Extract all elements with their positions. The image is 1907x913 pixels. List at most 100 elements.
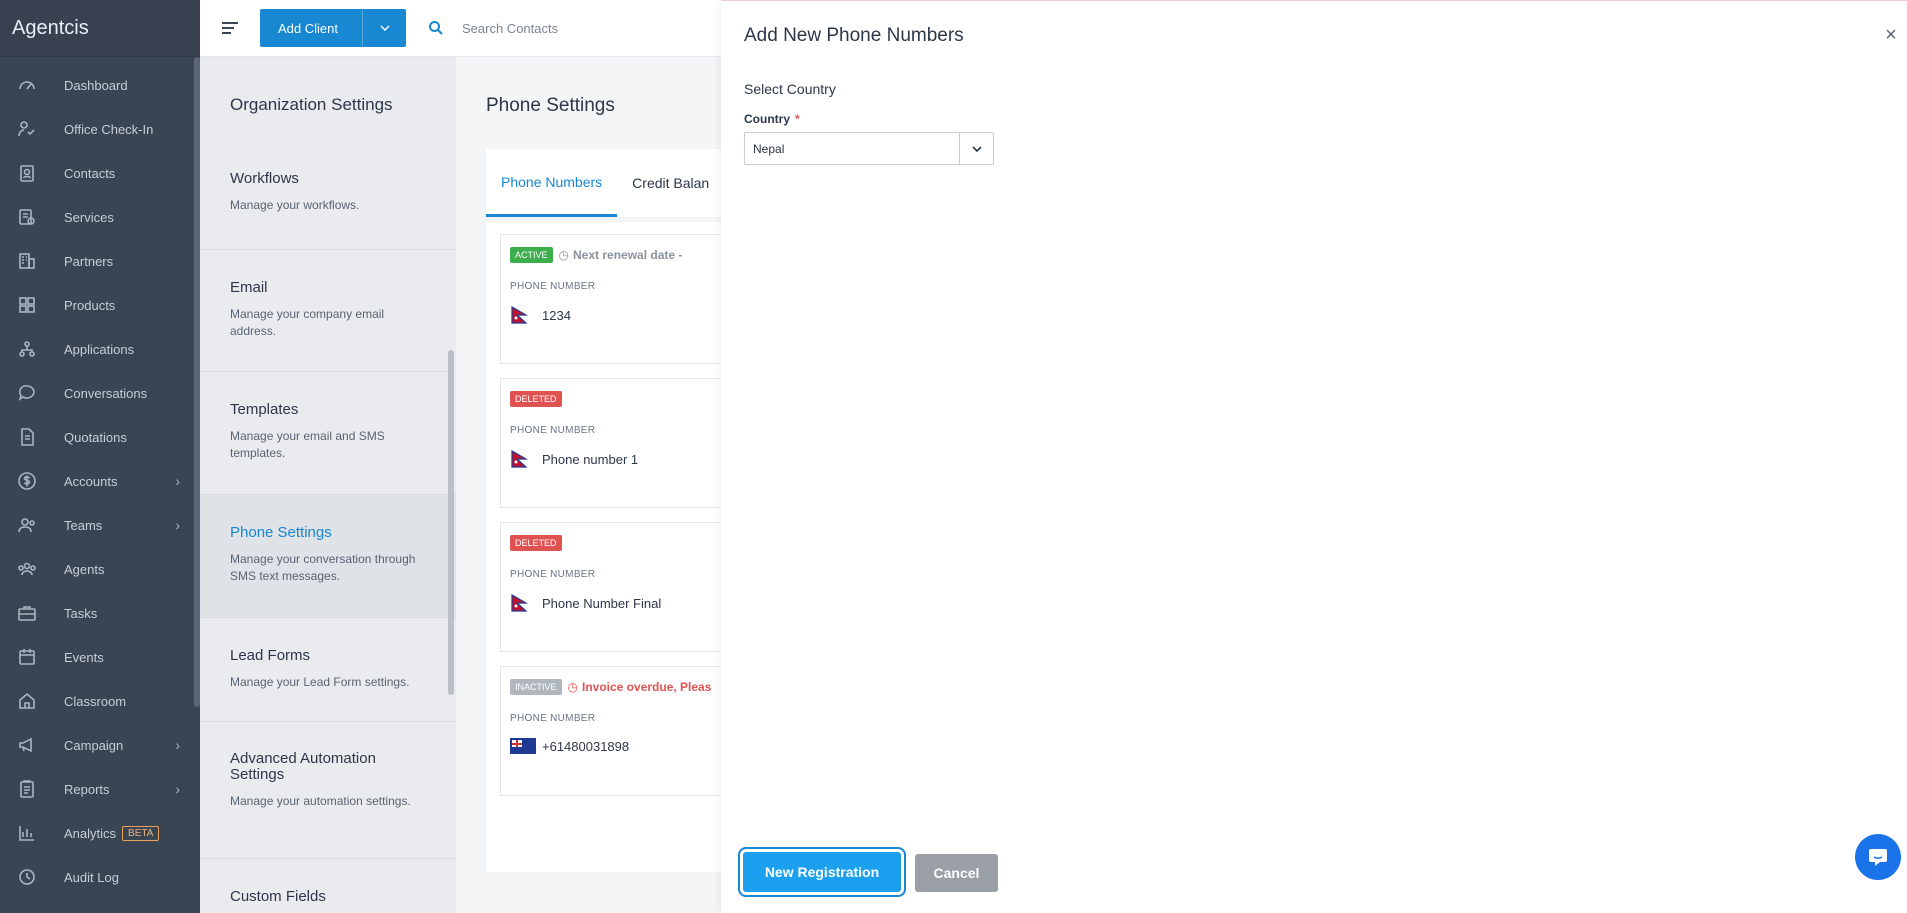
renewal-note: Next renewal date - <box>573 248 683 262</box>
settings-scrollbar[interactable] <box>448 350 454 695</box>
menu-toggle-button[interactable] <box>200 19 260 37</box>
settings-item-workflows[interactable]: Workflows Manage your workflows. <box>200 153 456 250</box>
country-label-text: Country <box>744 112 790 126</box>
brand-logo[interactable]: Agentcis <box>0 0 200 57</box>
country-select-value: Nepal <box>753 141 785 156</box>
phone-number-card[interactable]: INACTIVE ◷ Invoice overdue, Pleas PHONE NU… <box>500 666 730 796</box>
sidebar-item-events[interactable]: Events <box>0 635 200 679</box>
settings-item-templates[interactable]: Templates Manage your email and SMS temp… <box>200 372 456 495</box>
section-heading: Select Country <box>744 81 836 97</box>
sidebar-item-label: Tasks <box>64 605 98 621</box>
sidebar-item-audit-log[interactable]: Audit Log <box>0 855 200 899</box>
sidebar-item-teams[interactable]: Teams › <box>0 503 200 547</box>
sidebar-item-label: Products <box>64 297 116 313</box>
nepal-flag-icon <box>511 306 528 324</box>
status-badge: DELETED <box>510 535 562 551</box>
chat-widget-button[interactable] <box>1855 834 1901 880</box>
chevron-right-icon: › <box>175 737 180 753</box>
add-client-button[interactable]: Add Client <box>260 9 406 47</box>
search-bar[interactable]: Search Contacts <box>428 20 558 36</box>
sidebar-item-label: Events <box>64 649 104 665</box>
contacts-icon <box>16 162 38 184</box>
products-icon <box>16 294 38 316</box>
sidebar-item-products[interactable]: Products <box>0 283 200 327</box>
phone-number-value: Phone Number Final <box>542 595 662 611</box>
phone-number-card[interactable]: DELETED PHONE NUMBER Phone Number Final <box>500 522 730 652</box>
chevron-down-icon[interactable] <box>362 9 406 47</box>
settings-item-title: Advanced Automation Settings <box>230 750 376 783</box>
settings-item-title: Workflows <box>230 170 299 187</box>
services-icon <box>16 206 38 228</box>
tab-phone-numbers[interactable]: Phone Numbers <box>486 149 618 217</box>
phone-number-card[interactable]: DELETED PHONE NUMBER Phone number 1 <box>500 378 730 508</box>
workflow-icon <box>16 338 38 360</box>
chevron-right-icon: › <box>175 517 180 533</box>
country-select[interactable]: Nepal <box>744 132 994 165</box>
sidebar-item-label: Services <box>64 209 114 225</box>
sidebar-item-contacts[interactable]: Contacts <box>0 151 200 195</box>
sidebar-item-conversations[interactable]: Conversations <box>0 371 200 415</box>
sidebar-item-label: Applications <box>64 341 135 357</box>
beta-badge: BETA <box>122 825 160 841</box>
settings-item-desc: Manage your conversation through SMS tex… <box>230 552 416 583</box>
sidebar-item-dashboard[interactable]: Dashboard <box>0 63 200 107</box>
settings-item-desc: Manage your workflows. <box>230 198 360 212</box>
organization-settings-panel: Organization Settings Workflows Manage y… <box>200 57 456 913</box>
chevron-right-icon: › <box>175 473 180 489</box>
nepal-flag-icon <box>511 594 528 612</box>
sidebar-item-campaign[interactable]: Campaign › <box>0 723 200 767</box>
settings-title: Organization Settings <box>230 95 393 114</box>
chevron-down-icon[interactable] <box>959 133 993 164</box>
sidebar-item-label: Analytics <box>64 825 117 841</box>
phone-number-value: 1234 <box>542 307 571 323</box>
sidebar-item-label: Classroom <box>64 693 127 709</box>
sidebar-item-label: Contacts <box>64 165 116 181</box>
sidebar-item-accounts[interactable]: Accounts › <box>0 459 200 503</box>
phone-number-label: PHONE NUMBER <box>510 281 596 292</box>
chevron-right-icon: › <box>175 781 180 797</box>
sidebar-item-analytics[interactable]: Analytics BETA <box>0 811 200 855</box>
sidebar-item-partners[interactable]: Partners <box>0 239 200 283</box>
megaphone-icon <box>16 734 38 756</box>
sidebar-item-applications[interactable]: Applications <box>0 327 200 371</box>
tab-credit-balance[interactable]: Credit Balan <box>617 149 724 217</box>
phone-number-value: +61480031898 <box>542 738 630 754</box>
sidebar-item-agents[interactable]: Agents <box>0 547 200 591</box>
sidebar-item-office-check-in[interactable]: Office Check-In <box>0 107 200 151</box>
agents-icon <box>16 558 38 580</box>
search-input[interactable]: Search Contacts <box>462 21 558 36</box>
settings-item-phone-settings[interactable]: Phone Settings Manage your conversation … <box>200 495 456 618</box>
sidebar-item-reports[interactable]: Reports › <box>0 767 200 811</box>
clipboard-icon <box>16 778 38 800</box>
sidebar-item-label: Teams <box>64 517 103 533</box>
building-icon <box>16 250 38 272</box>
sidebar-item-services[interactable]: Services <box>0 195 200 239</box>
required-mark: * <box>795 112 800 126</box>
cancel-button[interactable]: Cancel <box>915 854 998 892</box>
settings-item-desc: Manage your Lead Form settings. <box>230 675 410 689</box>
invoice-overdue-note: Invoice overdue, Pleas <box>582 680 712 694</box>
settings-item-advanced-automation[interactable]: Advanced Automation Settings Manage your… <box>200 722 456 859</box>
add-client-label: Add Client <box>278 20 338 36</box>
settings-item-custom-fields[interactable]: Custom Fields <box>200 859 456 913</box>
sidebar-item-quotations[interactable]: Quotations <box>0 415 200 459</box>
sidebar-item-label: Conversations <box>64 385 148 401</box>
sidebar-item-label: Campaign <box>64 737 124 753</box>
sidebar-item-classroom[interactable]: Classroom <box>0 679 200 723</box>
settings-item-title: Templates <box>230 401 299 418</box>
bar-chart-icon <box>16 822 38 844</box>
sidebar-item-label: Agents <box>64 561 105 577</box>
settings-item-email[interactable]: Email Manage your company email address. <box>200 250 456 372</box>
document-icon <box>16 426 38 448</box>
sidebar-item-label: Quotations <box>64 429 127 445</box>
close-icon[interactable]: × <box>1881 24 1901 46</box>
search-icon <box>429 21 443 35</box>
panel-title: Add New Phone Numbers <box>744 25 964 46</box>
settings-item-desc: Manage your company email address. <box>230 307 385 338</box>
phone-number-card[interactable]: ACTIVE ◷ Next renewal date - PHONE NUMBER … <box>500 234 730 364</box>
settings-item-lead-forms[interactable]: Lead Forms Manage your Lead Form setting… <box>200 618 456 722</box>
sidebar-item-tasks[interactable]: Tasks <box>0 591 200 635</box>
sidebar: Agentcis Dashboard Office Check-In Conta… <box>0 0 200 913</box>
new-registration-button[interactable]: New Registration <box>738 847 906 897</box>
briefcase-icon <box>16 602 38 624</box>
